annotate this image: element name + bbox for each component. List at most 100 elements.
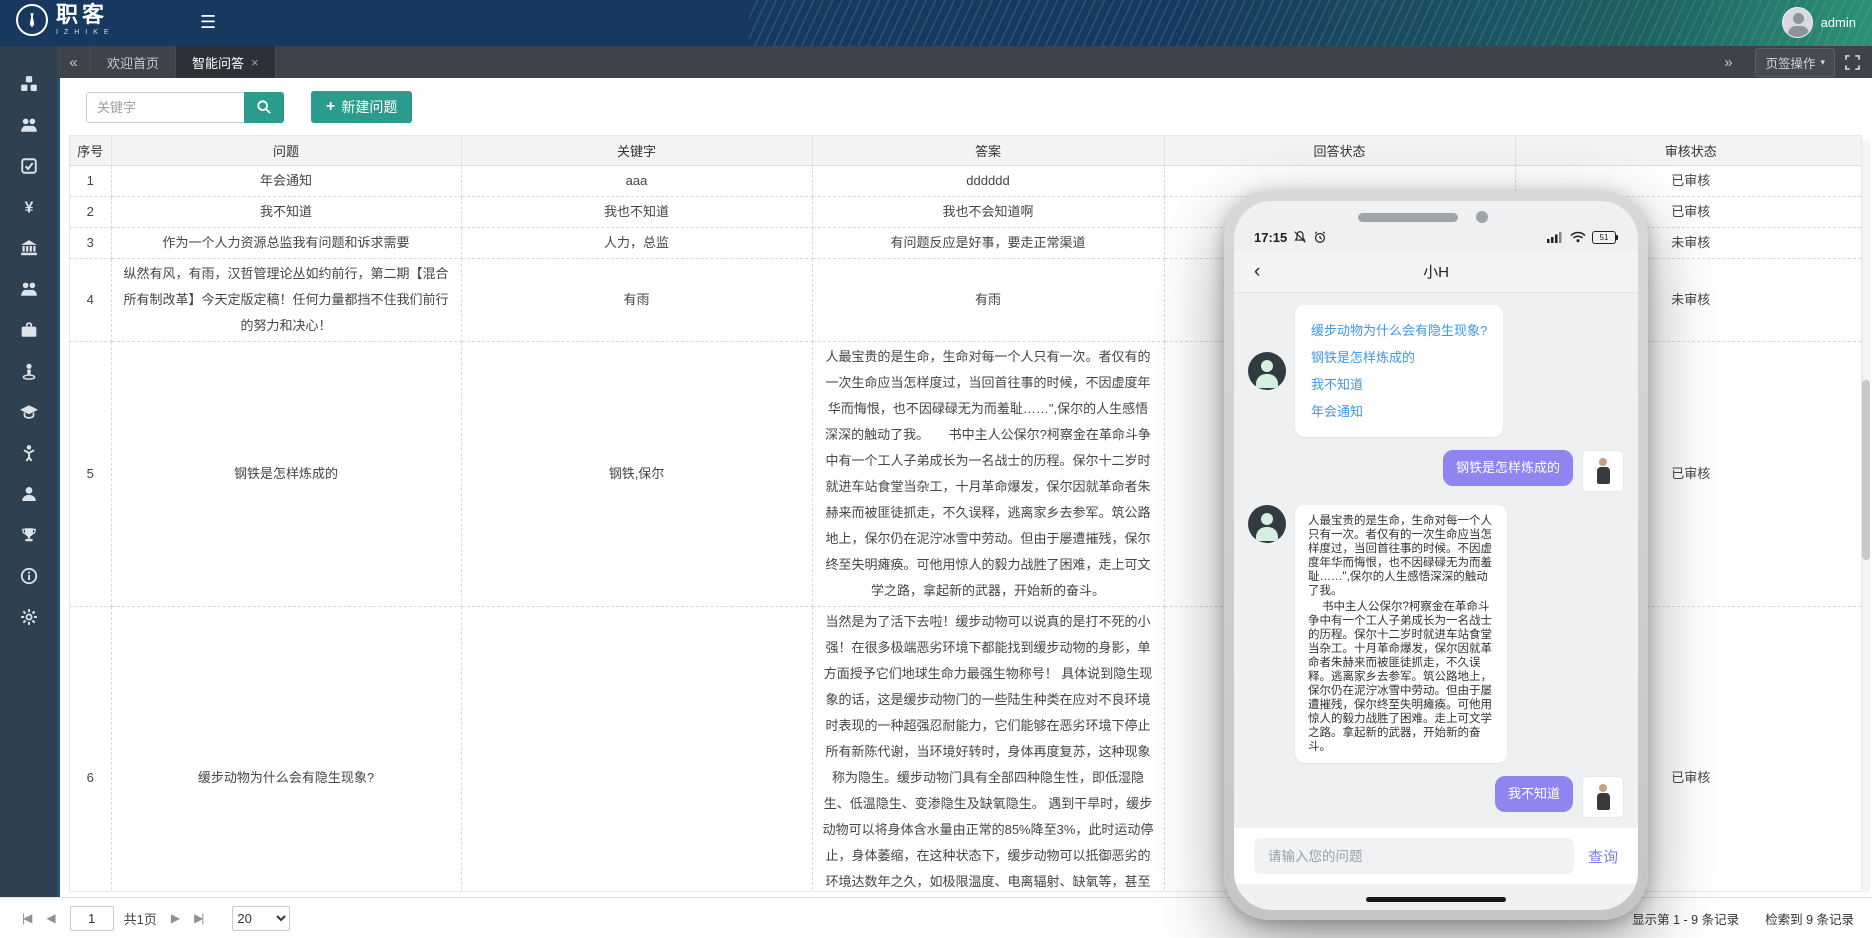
cell-seq: 4 [70, 258, 111, 341]
table-header-row: 序号 问题 关键字 答案 回答状态 审核状态 [70, 136, 1862, 165]
cell-seq: 2 [70, 196, 111, 227]
bot-message: 人最宝贵的是生命，生命对每一个人只有一次。者仅有的一次生命应当怎样度过，当回首往… [1248, 505, 1624, 763]
cell-seq: 1 [70, 165, 111, 196]
sidebar-nav: ¥ [0, 46, 57, 938]
tab-actions-button[interactable]: 页签操作 ▾ [1755, 48, 1835, 77]
user-bubble: 我不知道 [1495, 776, 1573, 812]
sidebar-item-location[interactable] [12, 361, 46, 381]
page-number-input[interactable] [70, 906, 114, 931]
chat-title: 小H [1423, 261, 1449, 282]
search-input[interactable] [86, 92, 244, 123]
suggestion-link[interactable]: 钢铁是怎样炼成的 [1311, 344, 1487, 371]
fullscreen-icon[interactable] [1845, 55, 1860, 70]
tasks-icon [20, 157, 38, 175]
sidebar-toggle-icon[interactable]: ☰ [200, 13, 216, 31]
cell-keyword: 我也不知道 [461, 196, 812, 227]
add-question-button[interactable]: + 新建问题 [311, 91, 412, 123]
sidebar-item-jobs[interactable] [12, 320, 46, 340]
suggestion-link[interactable]: 我不知道 [1311, 371, 1487, 398]
query-button[interactable]: 查询 [1588, 846, 1618, 867]
suggestion-bubble: 缓步动物为什么会有隐生现象?钢铁是怎样炼成的我不知道年会通知 [1295, 305, 1503, 437]
teams-icon [20, 280, 38, 298]
tabs-scroll-left-icon[interactable]: « [57, 46, 91, 78]
user-avatar [1582, 450, 1624, 492]
scrollbar-thumb[interactable] [1862, 380, 1870, 560]
app-logo: 职客 IZHIKE [16, 4, 115, 36]
cell-question: 缓步动物为什么会有隐生现象? [111, 606, 461, 892]
cell-question: 钢铁是怎样炼成的 [111, 341, 461, 606]
cell-keyword [461, 606, 812, 892]
cell-question: 年会通知 [111, 165, 461, 196]
members-icon [20, 116, 38, 134]
header-user[interactable]: admin [1782, 7, 1856, 38]
awards-icon [20, 526, 38, 544]
sidebar-item-modules[interactable] [12, 74, 46, 94]
phone-status-bar: 17:15 51 [1234, 227, 1638, 247]
info-icon [20, 567, 38, 585]
sidebar-item-teams[interactable] [12, 279, 46, 299]
tab-welcome[interactable]: 欢迎首页 [91, 46, 176, 78]
chevron-down-icon: ▾ [1820, 57, 1825, 68]
sidebar-item-finance[interactable]: ¥ [12, 197, 46, 217]
suggestion-link[interactable]: 年会通知 [1311, 398, 1487, 425]
next-page-button[interactable]: ▶ [171, 911, 178, 925]
qa-toolbar: + 新建问题 [60, 78, 1872, 133]
sidebar-item-awards[interactable] [12, 525, 46, 545]
user-message: 钢铁是怎样炼成的 [1248, 450, 1624, 492]
sidebar-item-training[interactable] [12, 402, 46, 422]
tabs-scroll-right-icon[interactable]: » [1711, 54, 1745, 71]
search-button[interactable] [244, 92, 284, 123]
records-total-label: 检索到 9 条记录 [1765, 909, 1854, 928]
cell-answer: 当然是为了活下去啦！缓步动物可以说真的是打不死的小强！在很多极端恶劣环境下都能找… [812, 606, 1164, 892]
battery-icon: 51 [1592, 231, 1618, 244]
sidebar-item-settings[interactable] [12, 607, 46, 627]
sidebar-item-tasks[interactable] [12, 156, 46, 176]
question-input[interactable] [1254, 838, 1574, 874]
col-question: 问题 [111, 136, 461, 165]
signal-icon [1547, 231, 1564, 243]
vertical-scrollbar[interactable] [1862, 140, 1870, 893]
jobs-icon [20, 321, 38, 339]
cell-seq: 5 [70, 341, 111, 606]
tab-bar: « 欢迎首页 智能问答 × » 页签操作 ▾ [57, 46, 1872, 78]
sidebar-item-organization[interactable] [12, 238, 46, 258]
prev-page-button[interactable]: ◀ [46, 911, 53, 925]
activities-icon [20, 444, 38, 462]
app-header: 职客 IZHIKE ☰ admin [0, 0, 1872, 46]
cell-answer: 有雨 [812, 258, 1164, 341]
home-indicator[interactable] [1366, 897, 1506, 902]
phone-input-bar: 查询 [1234, 828, 1638, 884]
user-bubble: 钢铁是怎样炼成的 [1443, 450, 1573, 486]
tab-smart-qa[interactable]: 智能问答 × [176, 46, 276, 78]
finance-icon: ¥ [20, 198, 38, 216]
cell-question: 我不知道 [111, 196, 461, 227]
last-page-button[interactable]: ▶| [194, 911, 202, 925]
status-time: 17:15 [1254, 230, 1287, 245]
tab-actions-label: 页签操作 [1765, 53, 1815, 72]
cell-keyword: 钢铁,保尔 [461, 341, 812, 606]
phone-nav-bar: ‹ 小H [1234, 251, 1638, 293]
sidebar-item-profile[interactable] [12, 484, 46, 504]
plus-icon: + [326, 99, 335, 115]
page-size-select[interactable]: 20 [232, 906, 290, 931]
mute-icon [1293, 230, 1307, 244]
phone-camera [1476, 211, 1488, 223]
first-page-button[interactable]: |◀ [22, 911, 30, 925]
phone-preview: 17:15 51 ‹ 小H 缓步动物为什么会有隐生现象?钢铁是怎样炼成的我不知道… [1224, 191, 1648, 920]
col-keyword: 关键字 [461, 136, 812, 165]
back-icon[interactable]: ‹ [1254, 262, 1260, 281]
col-answer-status: 回答状态 [1164, 136, 1515, 165]
suggestion-link[interactable]: 缓步动物为什么会有隐生现象? [1311, 317, 1487, 344]
tab-close-icon[interactable]: × [251, 55, 259, 70]
alarm-icon [1313, 230, 1327, 244]
chat-area: 缓步动物为什么会有隐生现象?钢铁是怎样炼成的我不知道年会通知钢铁是怎样炼成的人最… [1234, 293, 1638, 828]
sidebar-item-info[interactable] [12, 566, 46, 586]
sidebar-item-members[interactable] [12, 115, 46, 135]
sidebar-item-activities[interactable] [12, 443, 46, 463]
logo-subtext: IZHIKE [56, 29, 115, 36]
phone-screen: 17:15 51 ‹ 小H 缓步动物为什么会有隐生现象?钢铁是怎样炼成的我不知道… [1234, 201, 1638, 910]
total-pages-label: 共1页 [124, 909, 157, 928]
bot-bubble: 人最宝贵的是生命，生命对每一个人只有一次。者仅有的一次生命应当怎样度过，当回首往… [1295, 505, 1507, 763]
cell-seq: 3 [70, 227, 111, 258]
wifi-icon [1570, 231, 1586, 243]
